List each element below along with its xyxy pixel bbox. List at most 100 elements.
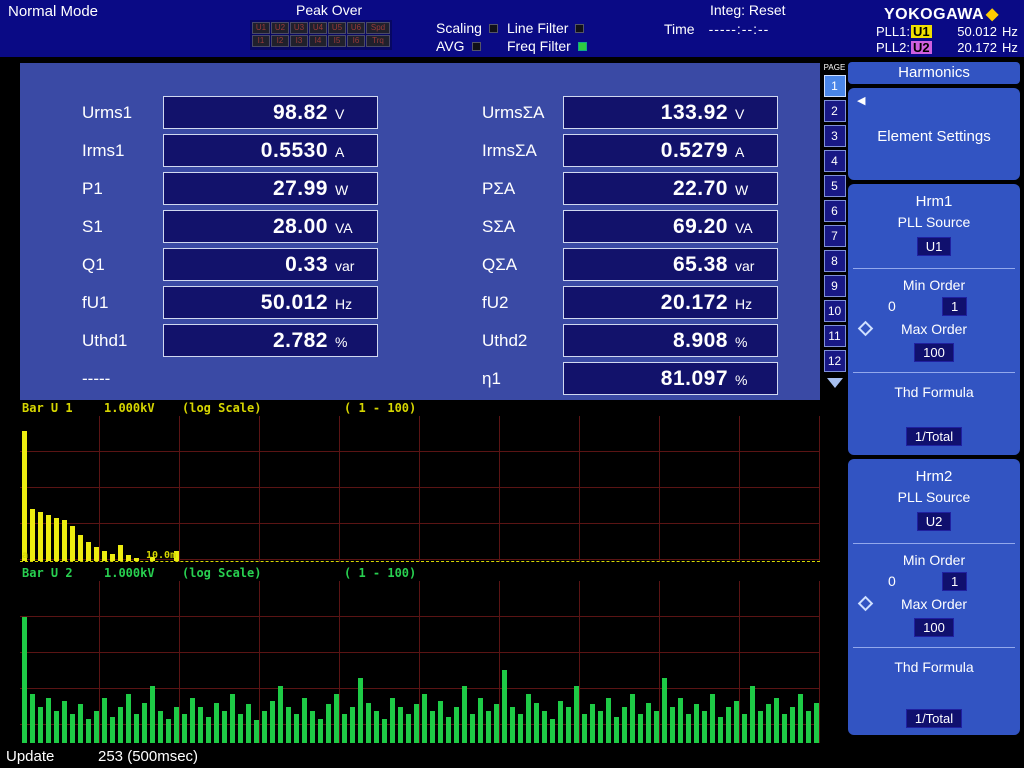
pll1-label: PLL1: [876,24,910,39]
scaling-avg-block: Scaling AVG [436,19,498,55]
measurement-value-box: 69.20 VA [563,210,778,243]
measurement-label: Urms1 [82,103,157,123]
measurement-column-element1: Urms1 98.82 V Irms1 0.5530 A P1 27.99 W [82,96,378,400]
page-number-button[interactable]: 2 [824,100,846,122]
peak-over-cell: Trq [366,35,390,47]
page-number-button[interactable]: 8 [824,250,846,272]
chart-scale-type: (log Scale) [182,566,261,580]
page-number-button[interactable]: 10 [824,300,846,322]
measurement-value-box: 65.38 var [563,248,778,281]
measurement-unit: W [735,180,769,198]
measurement-value: 81.097 [570,367,728,391]
peak-over-cell: I6 [347,35,365,47]
hrm1-thd-formula-value[interactable]: 1/Total [906,427,962,446]
chart-order-range: ( 1 - 100) [344,566,416,580]
numeric-measurement-panel: Urms1 98.82 V Irms1 0.5530 A P1 27.99 W [20,63,820,400]
freq-filter-indicator [578,42,587,51]
chart-u1-header: Bar U 1 1.000kV (log Scale) ( 1 - 100) [20,401,820,415]
integ-time: Time -----:--:-- [664,21,769,37]
hrm1-softkey-group: Hrm1 PLL Source U1 Min Order 0 1 Max Ord… [848,184,1020,455]
hrm1-min-order-value[interactable]: 1 [942,297,967,316]
measurement-label: Uthd1 [82,331,157,351]
element-settings-label: Element Settings [848,128,1020,145]
measurement-unit: var [735,256,769,274]
page-selector: PAGE 1 2 3 4 5 6 7 8 9 10 11 12 [822,63,847,388]
harmonic-bar-chart-u1: Bar U 1 1.000kV (log Scale) ( 1 - 100) a… [20,400,820,563]
measurement-label: fU2 [482,293,557,313]
element-settings-button[interactable]: ◀ Element Settings [848,88,1020,180]
measurement-row: η1 81.097 % [482,362,778,395]
page-list: 1 2 3 4 5 6 7 8 9 10 11 12 [822,75,847,372]
measurement-label: fU1 [82,293,157,313]
pll2-source-badge: U2 [911,41,932,54]
peak-over-row-voltage: U1U2U3U4U5U6Spd [252,22,390,34]
measurement-label: ----- [82,369,157,389]
page-number-button[interactable]: 9 [824,275,846,297]
scaling-indicator [489,24,498,33]
measurement-unit: VA [735,218,769,236]
hrm1-min-order-option-0[interactable]: 0 [888,298,896,314]
measurement-value: 0.33 [170,253,328,277]
avg-label: AVG [436,38,465,54]
measurement-value-box: 81.097 % [563,362,778,395]
measurement-unit: % [735,332,769,350]
page-number-button[interactable]: 12 [824,350,846,372]
measurement-label: PΣA [482,179,557,199]
measurement-label: Q1 [82,255,157,275]
hrm1-pll-source-label: PLL Source [848,214,1020,230]
measurement-value-box: 98.82 V [163,96,378,129]
peak-over-cell: U4 [309,22,327,34]
measurement-row: QΣA 65.38 var [482,248,778,281]
peak-over-cell: U5 [328,22,346,34]
hrm1-max-order-value[interactable]: 100 [914,343,954,362]
measurement-row: Irms1 0.5530 A [82,134,378,167]
measurement-label: η1 [482,369,557,389]
page-number-button[interactable]: 1 [824,75,846,97]
measurement-label: Uthd2 [482,331,557,351]
measurement-row: SΣA 69.20 VA [482,210,778,243]
filter-block: Line Filter Freq Filter [507,19,587,55]
chart-scale: 1.000kV [104,566,155,580]
measurement-row: Urms1 98.82 V [82,96,378,129]
mode-label: Normal Mode [8,3,98,20]
harmonic-bars-u2 [20,581,820,743]
sidebar-title: Harmonics [848,62,1020,84]
page-number-button[interactable]: 6 [824,200,846,222]
measurement-value: 8.908 [570,329,728,353]
page-number-button[interactable]: 11 [824,325,846,347]
peak-over-cell: I5 [328,35,346,47]
hrm2-thd-formula-value[interactable]: 1/Total [906,709,962,728]
hrm2-min-order-option-0[interactable]: 0 [888,573,896,589]
measurement-value: 0.5530 [170,139,328,163]
hrm1-pll-source-value[interactable]: U1 [917,237,952,256]
page-number-button[interactable]: 7 [824,225,846,247]
measurement-value-box: 28.00 VA [163,210,378,243]
hrm2-pll-source-value[interactable]: U2 [917,512,952,531]
chart-scale-type: (log Scale) [182,401,261,415]
logo-diamond-icon: ◆ [986,6,999,23]
peak-over-indicator-grid: U1U2U3U4U5U6Spd I1I2I3I4I5I6Trq [250,20,392,50]
hrm1-min-order-label: Min Order [848,277,1020,293]
hrm1-title: Hrm1 [848,193,1020,210]
measurement-row: fU2 20.172 Hz [482,286,778,319]
measurement-column-sigma: UrmsΣA 133.92 V IrmsΣA 0.5279 A PΣA 22.7… [482,96,778,400]
hrm2-softkey-group: Hrm2 PLL Source U2 Min Order 0 1 Max Ord… [848,459,1020,735]
pll2-label: PLL2: [876,40,910,55]
page-number-button[interactable]: 3 [824,125,846,147]
measurement-value-box: 133.92 V [563,96,778,129]
chart-u2-plot-area [20,581,820,743]
measurement-row: IrmsΣA 0.5279 A [482,134,778,167]
measurement-value-box: 20.172 Hz [563,286,778,319]
hrm1-max-order-label: Max Order [848,321,1020,337]
page-number-button[interactable]: 4 [824,150,846,172]
hrm2-max-order-value[interactable]: 100 [914,618,954,637]
hrm2-min-order-value[interactable]: 1 [942,572,967,591]
hrm2-min-order-label: Min Order [848,552,1020,568]
page-scroll-down-icon[interactable] [827,378,843,388]
measurement-row: Uthd1 2.782 % [82,324,378,357]
page-number-button[interactable]: 5 [824,175,846,197]
pll2-unit: Hz [1002,40,1020,55]
measurement-row: Q1 0.33 var [82,248,378,281]
chart-title: Bar U 2 [22,566,73,580]
measurement-value-box: 0.5530 A [163,134,378,167]
